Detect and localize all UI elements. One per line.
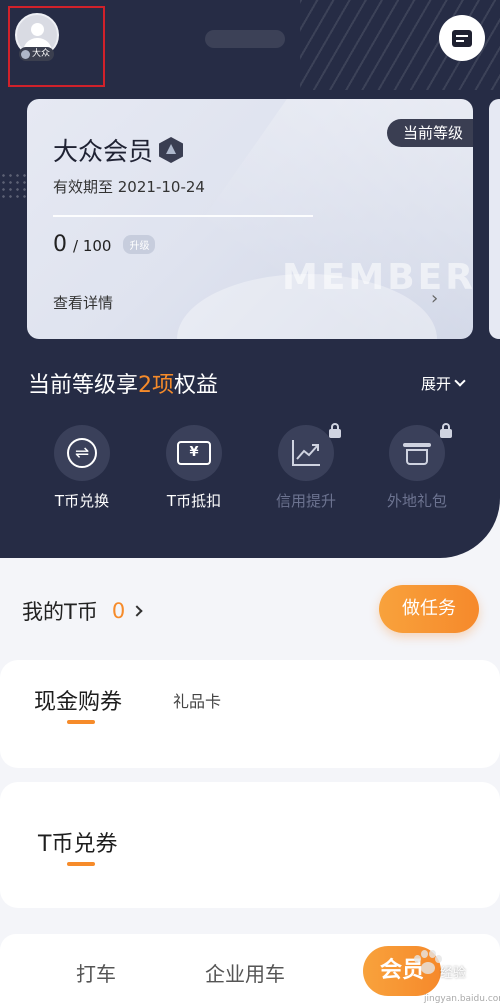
benefit-label: T币抵扣 — [166, 492, 222, 510]
expand-button[interactable]: 展开 — [421, 373, 466, 394]
benefit-travel-gift[interactable]: 外地礼包 — [367, 423, 467, 511]
message-button[interactable] — [439, 15, 485, 61]
membership-title: 大众会员 — [53, 132, 184, 168]
hero-dot-decoration — [0, 172, 26, 202]
tab-gift-card[interactable]: 礼品卡 — [173, 688, 221, 712]
benefit-label: T币兑换 — [54, 492, 110, 510]
benefit-tcoin-exchange[interactable]: T币兑换 — [32, 425, 132, 511]
lock-icon — [328, 423, 342, 439]
points-total: / 100 — [73, 237, 112, 255]
do-task-button[interactable]: 做任务 — [379, 585, 479, 633]
points-progress: 0 / 100 升级 — [53, 232, 156, 257]
membership-card[interactable]: 当前等级 大众会员 有效期至 2021-10-24 0 / 100 升级 MEM… — [27, 99, 473, 339]
my-tcoin-row[interactable]: 我的T币 0 — [22, 596, 143, 626]
yen-ticket-icon: ¥ — [177, 441, 211, 465]
nav-enterprise-car[interactable]: 企业用车 — [205, 958, 285, 987]
current-level-tag: 当前等级 — [386, 119, 473, 147]
voucher-panel: 现金购券 礼品卡 — [0, 660, 500, 768]
chevron-down-icon — [454, 375, 466, 387]
card-watermark: MEMBER — [282, 257, 473, 298]
paw-watermark-icon — [414, 950, 442, 976]
exchange-icon — [67, 438, 97, 468]
tcoin-voucher-panel: T币兑券 — [0, 782, 500, 908]
lock-icon — [439, 423, 453, 439]
next-card-peek[interactable] — [489, 99, 500, 339]
tcoin-value: 0 — [111, 599, 126, 623]
points-current: 0 — [53, 232, 67, 257]
progress-bar — [53, 215, 313, 217]
active-tab-underline — [67, 720, 95, 724]
chevron-right-icon — [131, 605, 143, 617]
tcoin-label: 我的T币 — [22, 600, 98, 624]
tab-cash-voucher[interactable]: 现金购券 — [34, 684, 122, 716]
message-icon — [452, 29, 472, 47]
benefits-title: 当前等级享2项权益 — [28, 373, 219, 398]
tab-tcoin-voucher[interactable]: T币兑券 — [38, 826, 117, 858]
view-details-link[interactable]: 查看详情 — [53, 292, 113, 313]
blurred-username — [205, 30, 285, 48]
expand-label: 展开 — [421, 375, 452, 393]
watermark-url: jingyan.baidu.com — [424, 994, 500, 1004]
benefit-credit-boost[interactable]: 信用提升 — [256, 423, 356, 511]
avatar-highlight-box — [8, 6, 105, 87]
benefit-label: 外地礼包 — [386, 492, 447, 510]
tier-icon — [159, 137, 184, 163]
watermark-text: 经验 — [440, 966, 467, 981]
nav-taxi[interactable]: 打车 — [76, 958, 116, 987]
membership-name: 大众会员 — [53, 137, 154, 166]
active-tab-underline — [67, 862, 95, 866]
chevron-right-icon: › — [431, 288, 439, 309]
trend-up-icon — [292, 440, 320, 466]
gift-pot-icon — [403, 440, 431, 466]
membership-expiry: 有效期至 2021-10-24 — [53, 178, 205, 196]
benefit-tcoin-deduct[interactable]: ¥ T币抵扣 — [144, 425, 244, 511]
benefit-label: 信用提升 — [275, 492, 336, 510]
upgrade-pill: 升级 — [123, 235, 156, 254]
